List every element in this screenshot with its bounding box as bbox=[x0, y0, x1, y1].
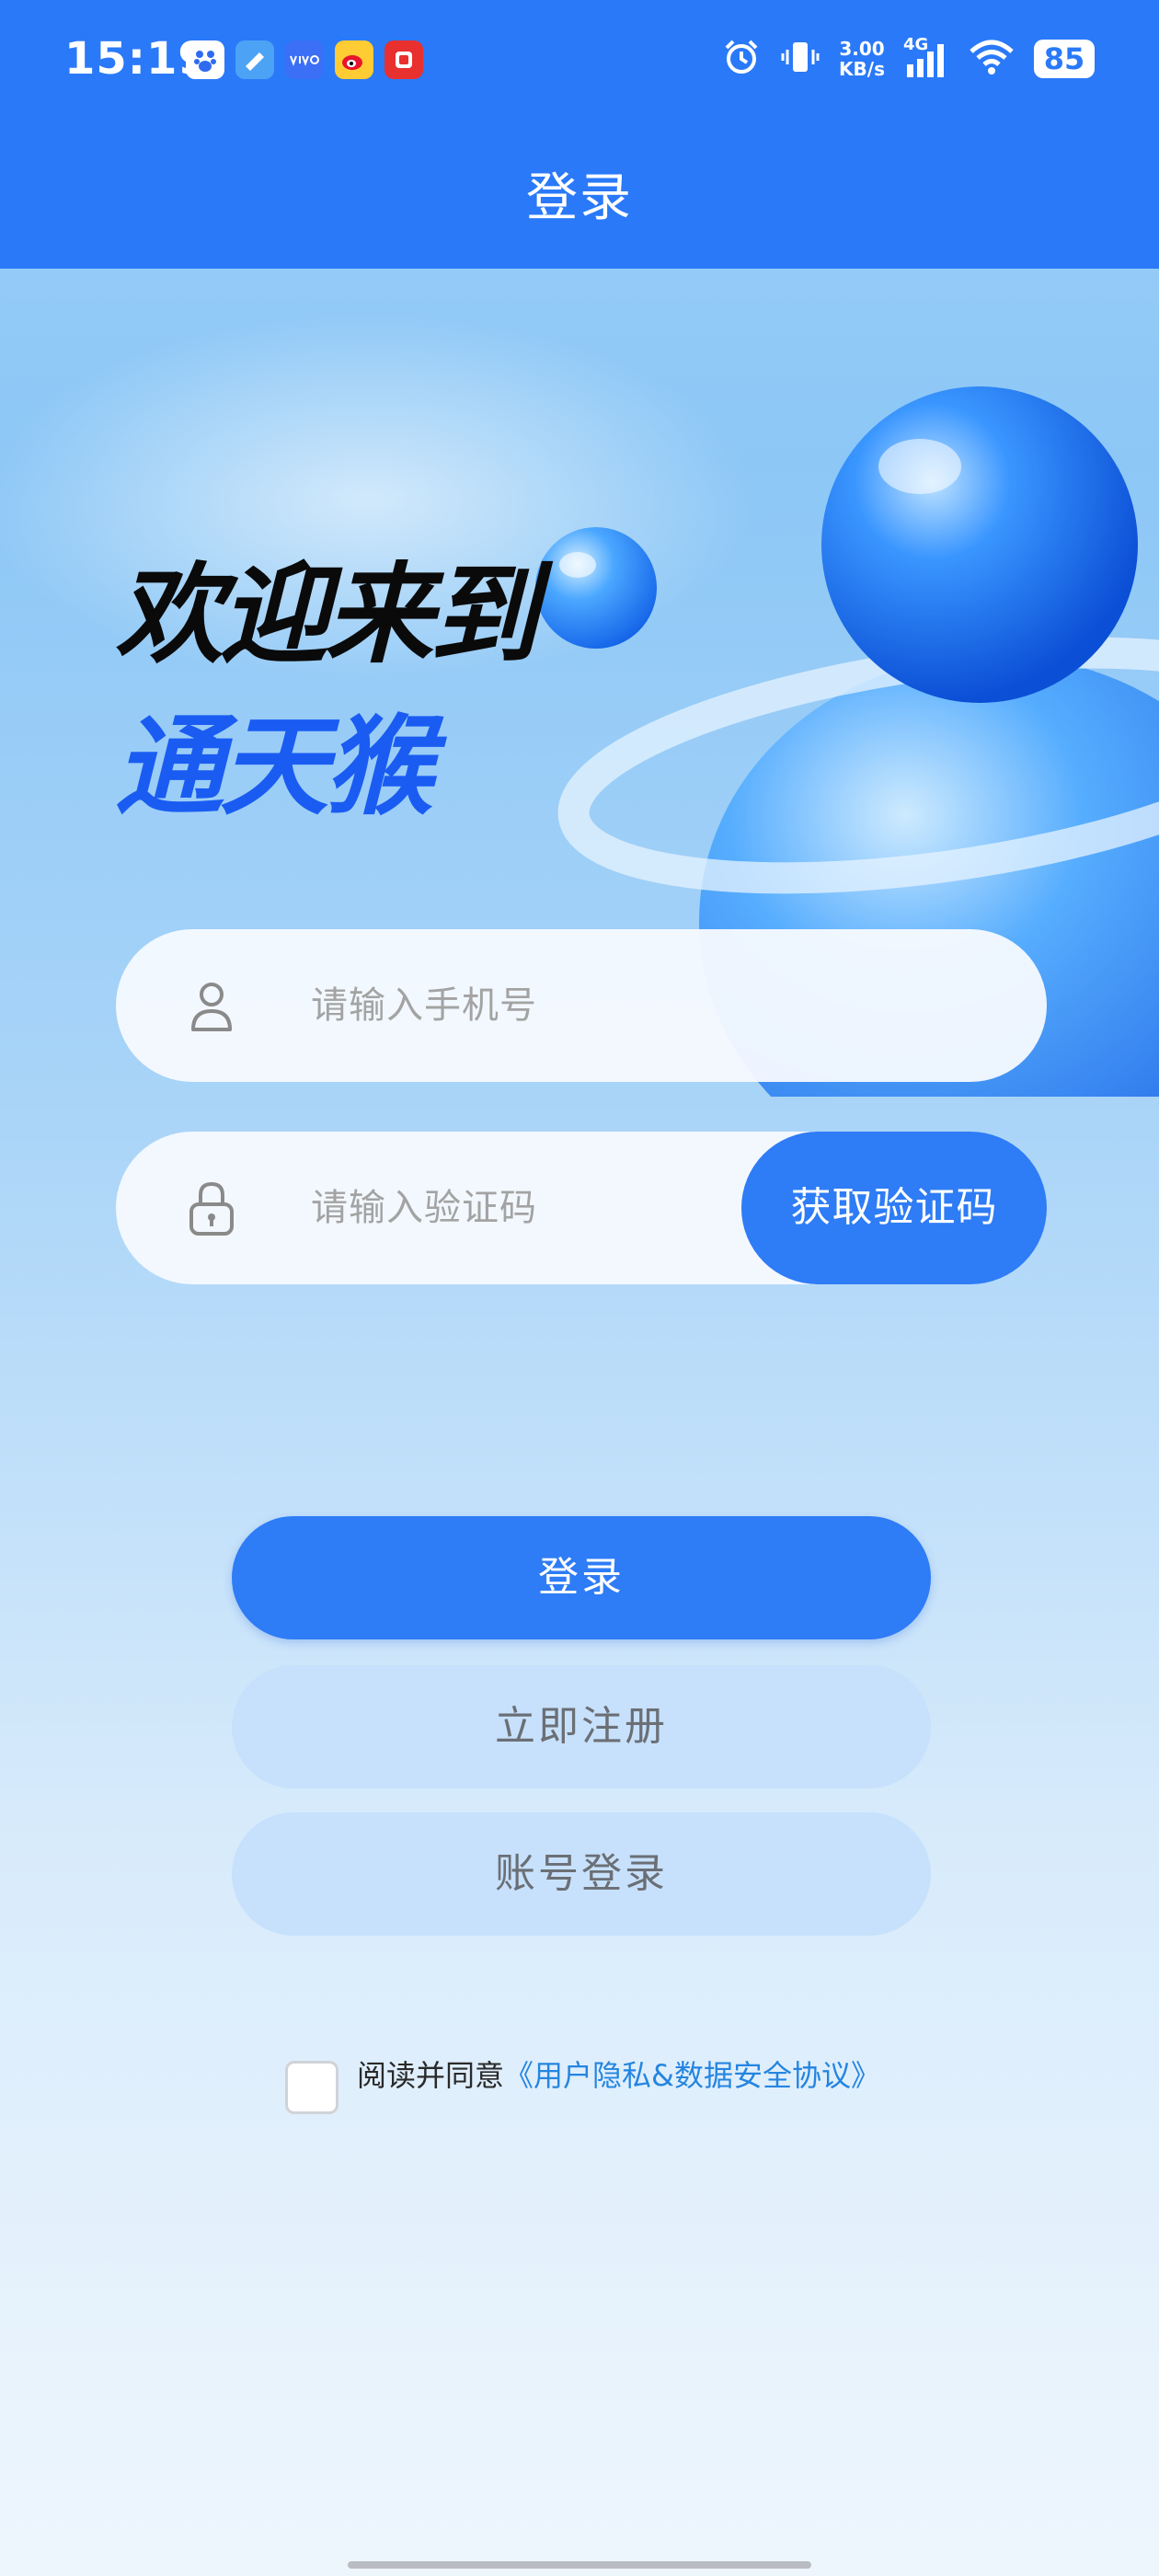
privacy-agreement-link[interactable]: 《用户隐私&数据安全协议》 bbox=[504, 2058, 880, 2093]
notification-icons bbox=[186, 40, 423, 79]
agreement-text: 阅读并同意《用户隐私&数据安全协议》 bbox=[357, 2055, 880, 2096]
battery-indicator: 85 bbox=[1034, 40, 1095, 78]
phone-field[interactable]: 请输入手机号 bbox=[116, 929, 1047, 1082]
alarm-icon bbox=[721, 37, 762, 81]
status-bar: 15:19 3.00 KB/s 4G 85 bbox=[0, 0, 1159, 120]
network-speed-unit: KB/s bbox=[839, 58, 885, 80]
vivo-app-icon bbox=[285, 40, 324, 79]
register-button[interactable]: 立即注册 bbox=[232, 1665, 931, 1788]
network-speed: 3.00 KB/s bbox=[839, 39, 885, 79]
get-code-button[interactable]: 获取验证码 bbox=[741, 1132, 1047, 1284]
network-type: 4G bbox=[903, 35, 929, 54]
phone-input-placeholder[interactable]: 请输入手机号 bbox=[311, 929, 537, 1082]
red-app-icon bbox=[384, 40, 423, 79]
wifi-icon bbox=[968, 37, 1016, 81]
vibrate-icon bbox=[780, 37, 820, 81]
agreement-row: 阅读并同意《用户隐私&数据安全协议》 bbox=[285, 2055, 880, 2114]
code-input-placeholder[interactable]: 请输入验证码 bbox=[311, 1132, 537, 1284]
home-indicator[interactable] bbox=[348, 2561, 811, 2569]
status-indicators: 3.00 KB/s 4G 85 bbox=[721, 35, 1095, 81]
top-bar: 15:19 3.00 KB/s 4G 85 登录 bbox=[0, 0, 1159, 269]
agreement-checkbox[interactable] bbox=[285, 2061, 339, 2114]
welcome-heading: 欢迎来到 bbox=[115, 551, 538, 678]
lock-icon bbox=[186, 1179, 237, 1237]
browser-app-icon bbox=[235, 40, 274, 79]
verification-code-field[interactable]: 请输入验证码 获取验证码 bbox=[116, 1132, 1047, 1284]
baidu-app-icon bbox=[186, 40, 224, 79]
network-speed-value: 3.00 bbox=[839, 38, 885, 60]
cellular-signal-icon: 4G bbox=[903, 35, 949, 79]
page-title: 登录 bbox=[526, 168, 633, 228]
user-icon bbox=[186, 976, 237, 1035]
agreement-prefix: 阅读并同意 bbox=[357, 2058, 505, 2093]
account-login-button[interactable]: 账号登录 bbox=[232, 1812, 931, 1936]
login-button[interactable]: 登录 bbox=[232, 1516, 931, 1639]
brand-heading: 通天猴 bbox=[115, 703, 433, 830]
weibo-app-icon bbox=[335, 40, 373, 79]
